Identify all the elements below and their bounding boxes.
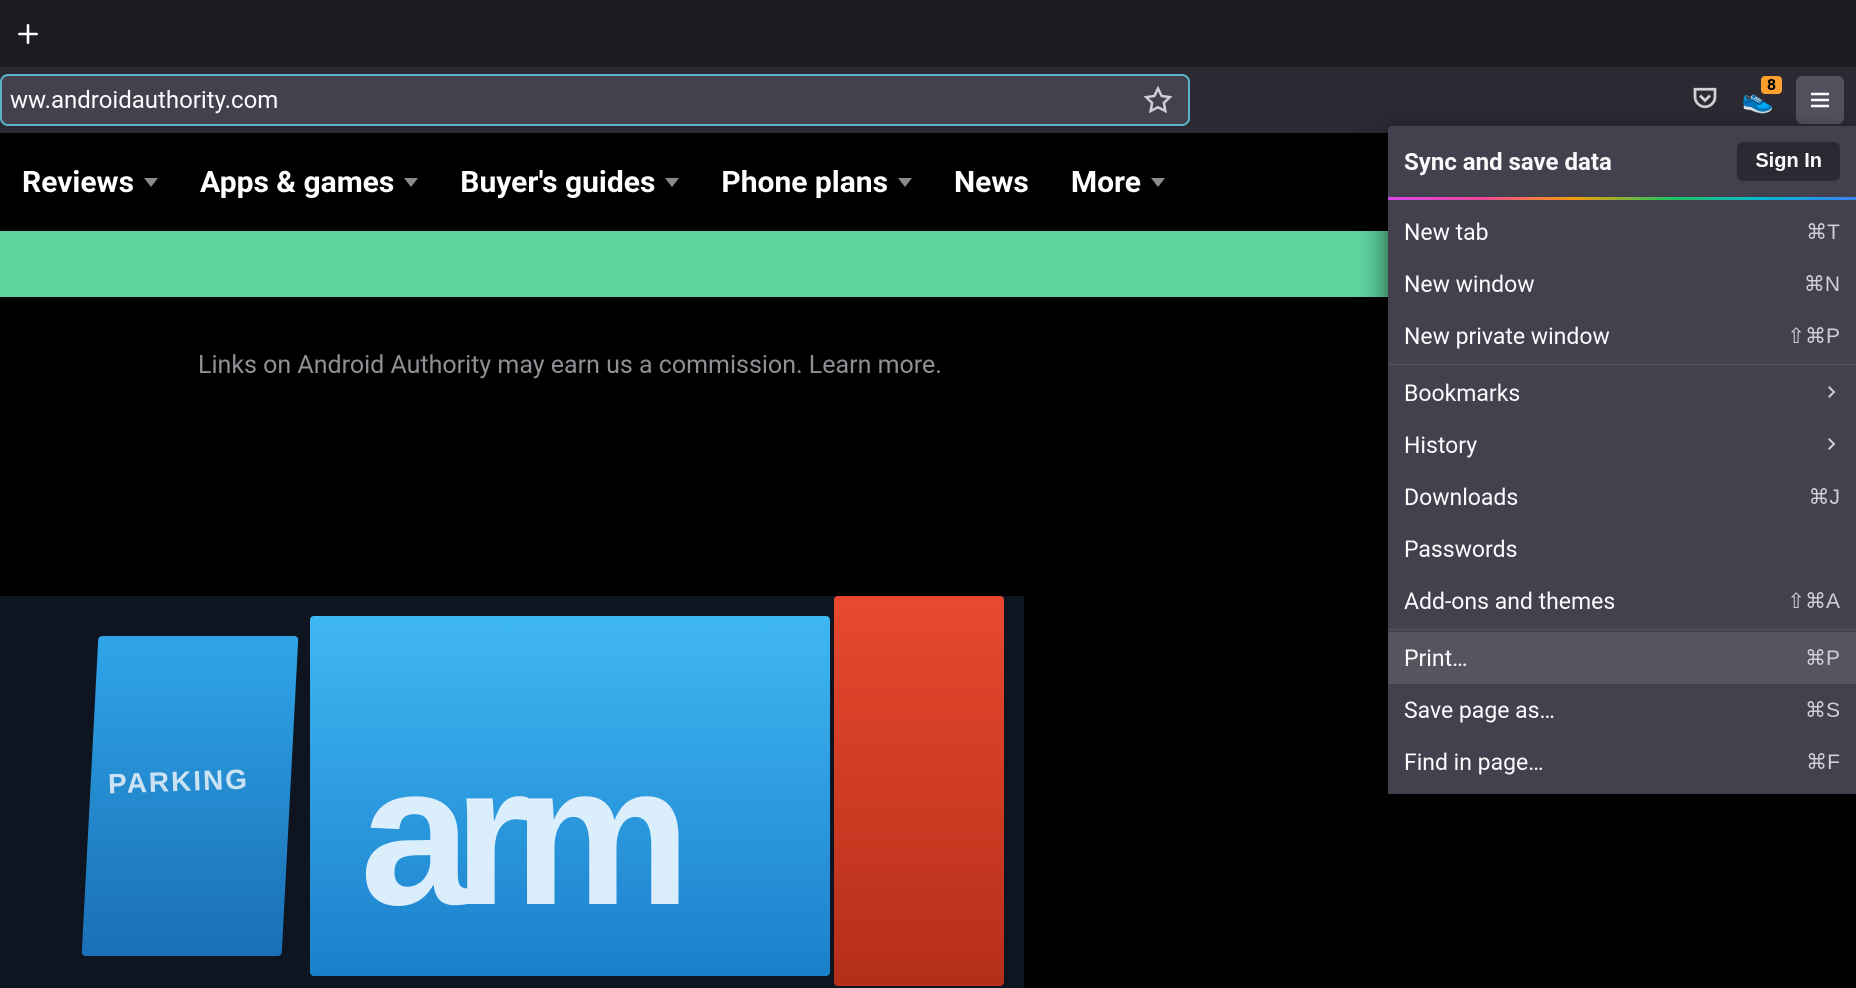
menu-item-shortcut: ⌘J [1809,485,1841,510]
hero-panel-right [834,596,1004,986]
app-menu: Sync and save data Sign In New tab⌘TNew … [1388,126,1856,794]
plus-icon [15,21,41,47]
menu-item-label: New private window [1404,323,1610,350]
menu-item-label: Bookmarks [1404,380,1520,407]
app-menu-header: Sync and save data Sign In [1388,126,1856,197]
menu-item-print[interactable]: Print… ⌘P [1388,632,1856,684]
nav-item-label: Phone plans [721,165,888,200]
app-menu-button[interactable] [1796,76,1844,124]
menu-item-label: New tab [1404,219,1489,246]
menu-item-shortcut: ⌘P [1805,646,1840,671]
menu-item-shortcut: ⌘N [1804,272,1840,297]
menu-item-label: Save page as… [1404,697,1555,724]
app-menu-items: New tab ⌘T New window ⌘N New private window ⇧… [1388,200,1856,794]
menu-item-shortcut: ⌘S [1805,698,1840,723]
url-bar[interactable]: ww.androidauthority.com [0,74,1190,126]
url-text: ww.androidauthority.com [10,86,1140,114]
sign-in-button[interactable]: Sign In [1737,142,1840,181]
browser-toolbar: ww.androidauthority.com 👟 8 [0,67,1856,133]
menu-item-label: Add-ons and themes [1404,588,1615,615]
pocket-icon [1690,83,1720,113]
tab-strip [0,0,1856,67]
menu-item-label: Print… [1404,645,1468,672]
chevron-down-icon [665,178,679,187]
menu-item-save-page-as[interactable]: Save page as… ⌘S [1388,684,1856,736]
menu-item-shortcut: ⌘T [1806,220,1840,245]
learn-more-link[interactable]: Learn more. [809,351,942,380]
menu-item-shortcut: ⇧⌘P [1787,324,1840,349]
menu-item-shortcut: ⌘F [1806,750,1840,775]
hamburger-icon [1808,88,1832,112]
star-icon [1143,85,1173,115]
nav-item-reviews[interactable]: Reviews [22,165,158,200]
nav-item-label: Reviews [22,165,134,200]
menu-item-label: Downloads [1404,484,1518,511]
menu-item-downloads[interactable]: Downloads ⌘J [1388,471,1856,523]
menu-item-find-in-page[interactable]: Find in page… ⌘F [1388,736,1856,788]
menu-item-new-window[interactable]: New window ⌘N [1388,258,1856,310]
menu-separator [1388,629,1856,630]
chevron-down-icon [1151,178,1165,187]
hero-big-text: arm [360,736,673,936]
menu-item-add-ons-and-themes[interactable]: Add-ons and themes ⇧⌘A [1388,575,1856,627]
bookmark-star-button[interactable] [1140,82,1176,118]
nav-item-buyer-s-guides[interactable]: Buyer's guides [460,165,679,200]
chevron-right-icon [1822,432,1840,459]
chevron-right-icon [1822,380,1840,407]
nav-item-apps-games[interactable]: Apps & games [200,165,418,200]
extension-button[interactable]: 👟 8 [1738,80,1778,120]
disclosure-text: Links on Android Authority may earn us a… [198,351,809,380]
menu-item-new-tab[interactable]: New tab ⌘T [1388,206,1856,258]
extension-badge: 8 [1761,76,1782,94]
chevron-down-icon [144,178,158,187]
menu-item-history[interactable]: History [1388,419,1856,471]
chevron-down-icon [404,178,418,187]
menu-item-new-private-window[interactable]: New private window ⇧⌘P [1388,310,1856,362]
nav-item-phone-plans[interactable]: Phone plans [721,165,912,200]
nav-item-news[interactable]: News [954,165,1029,200]
menu-item-bookmarks[interactable]: Bookmarks [1388,367,1856,419]
menu-item-label: Passwords [1404,536,1517,563]
menu-item-shortcut: ⇧⌘A [1787,589,1840,614]
menu-item-passwords[interactable]: Passwords [1388,523,1856,575]
nav-item-label: Buyer's guides [460,165,655,200]
menu-item-label: History [1404,432,1477,459]
nav-item-label: More [1071,165,1141,200]
new-tab-button[interactable] [6,12,50,56]
hero-small-text: PARKING [107,764,249,801]
nav-item-label: Apps & games [200,165,394,200]
menu-item-label: New window [1404,271,1535,298]
menu-item-label: Find in page… [1404,749,1544,776]
pocket-button[interactable] [1690,83,1720,117]
toolbar-right: 👟 8 [1690,76,1848,124]
sync-title: Sync and save data [1404,148,1612,176]
nav-item-more[interactable]: More [1071,165,1165,200]
chevron-down-icon [898,178,912,187]
nav-item-label: News [954,165,1029,200]
hero-image: PARKING arm [0,596,1024,988]
menu-separator [1388,364,1856,365]
